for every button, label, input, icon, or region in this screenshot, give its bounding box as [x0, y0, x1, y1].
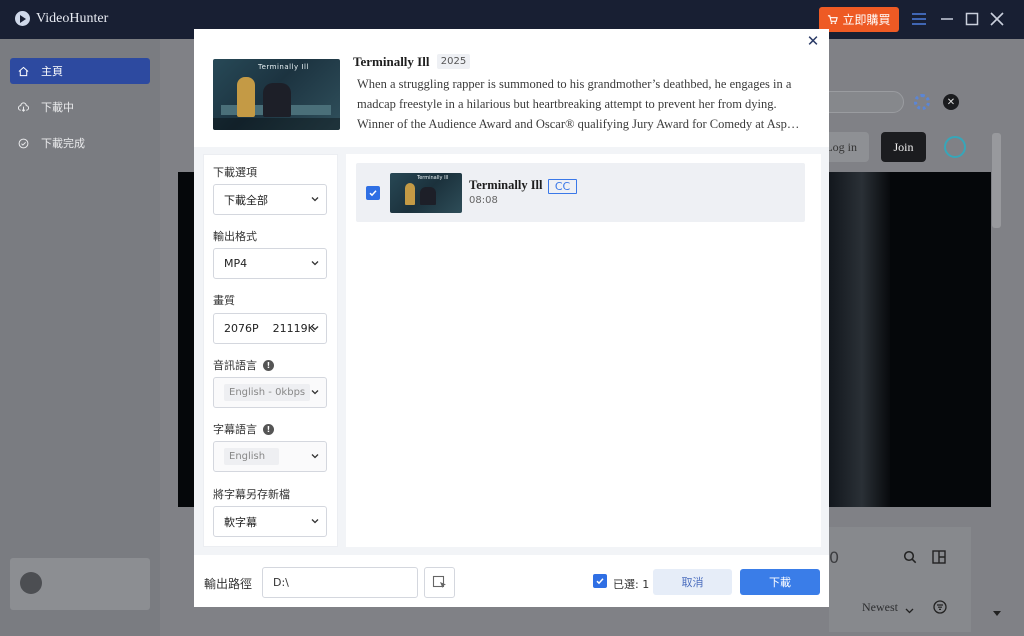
download-button[interactable]: 下載	[740, 569, 820, 595]
save-subtitle-label: 將字幕另存新檔	[213, 488, 290, 501]
sidebar	[0, 39, 160, 636]
sidebar-item-home[interactable]: 主頁	[10, 58, 150, 84]
sidebar-item-label: 主頁	[41, 65, 63, 78]
audio-language-label: 音訊語言 !	[213, 357, 274, 373]
subtitle-language-label: 字幕語言 !	[213, 421, 274, 437]
buy-now-button[interactable]: 立即購買	[819, 7, 899, 32]
movie-title: Terminally Ill	[353, 54, 430, 69]
selected-count: 已選: 1	[613, 578, 650, 591]
bottom-panel-background	[829, 527, 971, 632]
sidebar-item-downloading[interactable]: 下載中	[10, 94, 150, 120]
sort-label: Newest	[862, 600, 898, 614]
year-badge: 2025	[437, 54, 470, 69]
app-logo-icon	[15, 11, 30, 26]
cancel-button[interactable]: 取消	[653, 569, 732, 595]
item-duration: 08:08	[469, 195, 498, 206]
chevron-down-icon	[311, 197, 319, 202]
folder-select-icon	[432, 575, 446, 588]
sidebar-item-completed[interactable]: 下載完成	[10, 130, 150, 156]
check-circle-icon	[18, 138, 29, 148]
audio-language-value: English - 0kbps	[224, 384, 311, 401]
output-path-value: D:\	[273, 576, 289, 589]
join-button-background: Join	[881, 132, 926, 162]
filter-icon	[933, 600, 947, 617]
close-window-icon[interactable]	[987, 9, 1007, 29]
home-icon	[18, 66, 29, 76]
description-line: madcap freestyle in a hilarious but hear…	[357, 97, 777, 111]
close-dialog-icon[interactable]: ✕	[806, 32, 820, 50]
download-option-label: 下載選項	[213, 166, 257, 179]
description-line: Winner of the Audience Award and Oscar® …	[357, 117, 800, 131]
quality-label: 畫質	[213, 294, 235, 307]
cloud-download-icon	[18, 101, 29, 112]
loading-spinner-icon	[914, 94, 930, 110]
maximize-icon[interactable]	[962, 9, 982, 29]
output-format-label: 輸出格式	[213, 230, 257, 243]
scroll-down-icon	[993, 606, 1001, 620]
item-title: Terminally Ill	[469, 178, 543, 192]
chevron-down-icon	[311, 519, 319, 524]
item-checkbox[interactable]	[366, 186, 380, 200]
menu-icon[interactable]	[909, 9, 929, 29]
minimize-icon[interactable]	[937, 9, 957, 29]
thumbnail-title: Terminally Ill	[258, 63, 309, 71]
audio-language-select[interactable]: English - 0kbps	[213, 377, 327, 408]
output-format-select[interactable]: MP4	[213, 248, 327, 279]
output-format-value: MP4	[224, 257, 248, 270]
chevron-down-icon	[311, 390, 319, 395]
quality-select[interactable]: 2076P 21119K	[213, 313, 327, 344]
chevron-down-icon	[311, 454, 319, 459]
output-path-field[interactable]: D:\	[262, 567, 418, 598]
profile-face-icon	[944, 136, 966, 158]
search-icon	[903, 550, 917, 567]
buy-now-label: 立即購買	[842, 13, 891, 27]
app-title: VideoHunter	[36, 11, 109, 26]
user-account-panel[interactable]	[10, 558, 150, 610]
download-option-value: 下載全部	[224, 193, 268, 207]
chevron-down-icon	[905, 603, 914, 617]
cc-badge: CC	[548, 179, 577, 194]
description-line: When a struggling rapper is summoned to …	[357, 77, 792, 91]
save-subtitle-value: 軟字幕	[224, 515, 257, 529]
chevron-down-icon	[311, 261, 319, 266]
scrollbar-thumb	[992, 133, 1001, 228]
browse-folder-button[interactable]	[424, 567, 455, 598]
quality-value: 2076P 21119K	[224, 322, 315, 335]
check-icon	[369, 190, 377, 197]
sidebar-item-label: 下載中	[41, 101, 74, 114]
chevron-down-icon	[311, 326, 319, 331]
thumbnail-title: Terminally Ill	[417, 175, 449, 181]
clear-url-icon: ✕	[943, 94, 959, 110]
subtitle-language-select[interactable]: English	[213, 441, 327, 472]
subtitle-language-value: English	[224, 448, 280, 465]
item-thumbnail: Terminally Ill	[390, 173, 462, 213]
check-icon	[596, 578, 604, 585]
layout-toggle-icon	[932, 550, 946, 567]
save-subtitle-select[interactable]: 軟字幕	[213, 506, 327, 537]
download-option-select[interactable]: 下載全部	[213, 184, 327, 215]
select-all-checkbox[interactable]	[593, 574, 607, 588]
background-count: 0	[829, 548, 840, 567]
sidebar-item-label: 下載完成	[41, 137, 85, 150]
movie-thumbnail: Terminally Ill	[213, 59, 340, 130]
info-icon[interactable]: !	[263, 359, 274, 371]
output-path-label: 輸出路徑	[204, 577, 253, 591]
cart-icon	[828, 15, 839, 25]
movie-description: When a struggling rapper is summoned to …	[357, 74, 809, 134]
video-frame-background	[820, 172, 890, 507]
avatar-icon	[20, 572, 42, 594]
info-icon[interactable]: !	[263, 423, 274, 435]
